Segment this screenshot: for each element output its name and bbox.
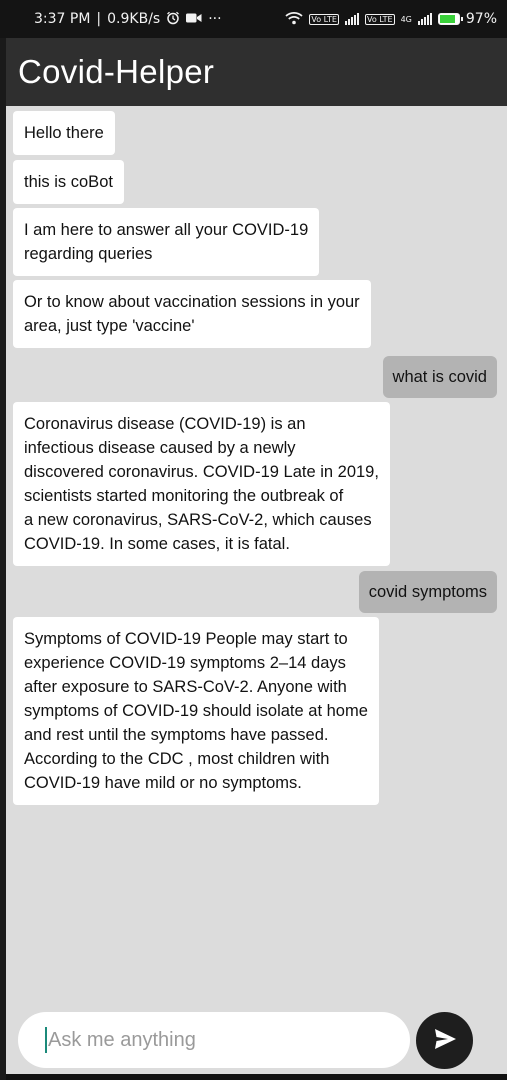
send-button[interactable] bbox=[416, 1012, 473, 1069]
wifi-icon bbox=[285, 11, 303, 28]
signal-icon-1 bbox=[344, 13, 359, 25]
text-caret bbox=[45, 1027, 47, 1053]
volte-badge-1: Vo LTE bbox=[309, 13, 339, 25]
message-input-placeholder: Ask me anything bbox=[48, 1028, 196, 1051]
app-title: Covid-Helper bbox=[18, 53, 215, 90]
chat-message-bot: Or to know about vaccination sessions in… bbox=[13, 280, 371, 348]
chat-message-user: covid symptoms bbox=[358, 571, 497, 613]
chat-message-user: what is covid bbox=[382, 356, 497, 398]
chat-message-bot: Hello there bbox=[13, 111, 115, 155]
chat-message-bot: this is coBot bbox=[13, 160, 124, 204]
status-more: ··· bbox=[208, 11, 222, 27]
battery-percent: 97% bbox=[465, 11, 497, 27]
alarm-icon bbox=[166, 11, 180, 28]
app-bar: Covid-Helper bbox=[6, 38, 507, 106]
chat-message-bot: I am here to answer all your COVID-19 re… bbox=[13, 208, 320, 276]
volte-badge-2: Vo LTE bbox=[364, 13, 395, 25]
chat-area[interactable]: Hello there this is coBot I am here to a… bbox=[6, 106, 507, 1080]
video-icon bbox=[186, 12, 202, 27]
battery-level-fill bbox=[439, 15, 456, 23]
network-type-label: 4G bbox=[400, 14, 412, 24]
chat-message-bot: Coronavirus disease (COVID-19) is an inf… bbox=[13, 402, 390, 566]
battery-icon bbox=[437, 13, 463, 25]
send-icon bbox=[433, 1028, 457, 1054]
bottom-edge bbox=[6, 1074, 507, 1080]
status-bar: 3:37 PM | 0.9KB/s ··· Vo LTE Vo LTE 4G 9… bbox=[0, 0, 507, 38]
signal-icon-2 bbox=[417, 13, 432, 25]
status-time: 3:37 PM bbox=[34, 11, 91, 27]
chat-message-bot: Symptoms of COVID-19 People may start to… bbox=[13, 617, 379, 805]
status-left: 3:37 PM | 0.9KB/s ··· bbox=[34, 11, 222, 28]
status-speed: 0.9KB/s bbox=[107, 11, 161, 27]
status-separator: | bbox=[96, 11, 102, 27]
status-right: Vo LTE Vo LTE 4G 97% bbox=[285, 11, 497, 28]
message-input[interactable]: Ask me anything bbox=[18, 1012, 410, 1068]
